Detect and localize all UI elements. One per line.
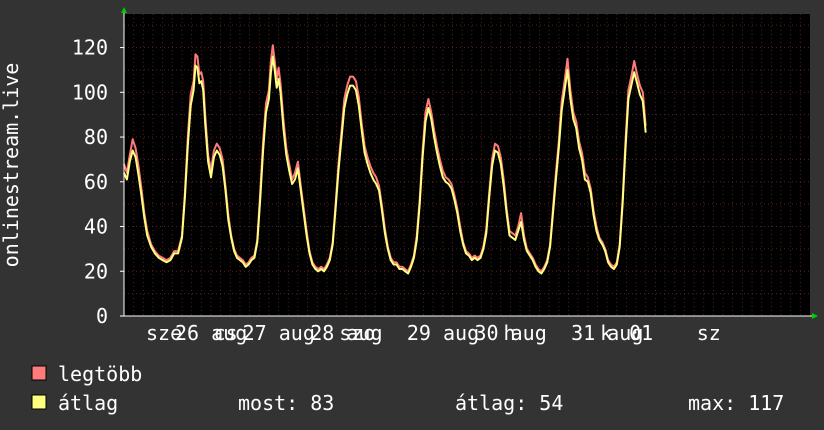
x-tick-label: sz (697, 321, 721, 345)
stat-atlag: átlag: 54 (455, 391, 563, 415)
x-tick-label: cs (214, 321, 238, 345)
y-tick-label: 0 (96, 304, 108, 328)
x-tick-label: h (503, 321, 515, 345)
y-tick-label: 20 (84, 259, 108, 283)
legend-swatch-legtobb (31, 365, 47, 381)
y-tick-label: 100 (72, 80, 108, 104)
x-tick-label: 01 (629, 321, 653, 345)
y-axis-label: onlinestream.live (0, 63, 23, 268)
legend-label-legtobb: legtöbb (58, 362, 142, 386)
y-tick-label: 80 (84, 125, 108, 149)
stat-most: most: 83 (238, 391, 334, 415)
y-tick-label: 40 (84, 215, 108, 239)
x-tick-label: szo (339, 321, 375, 345)
x-tick-label: 27 aug (243, 321, 315, 345)
legend-label-atlag: átlag (58, 391, 118, 415)
legend-swatch-atlag (31, 394, 47, 410)
stat-max: max: 117 (688, 391, 784, 415)
y-tick-label: 60 (84, 170, 108, 194)
x-axis-ticks: sze26 augcs 27 aug28 augszo 29 aug30 augh 3… (146, 321, 721, 345)
x-tick-label: k (600, 321, 612, 345)
y-tick-label: 120 (72, 36, 108, 60)
x-tick-label: 29 aug (407, 321, 479, 345)
chart: 020406080100120 sze26 augcs 27 aug28 augs… (0, 0, 824, 430)
plot-area (124, 14, 810, 316)
